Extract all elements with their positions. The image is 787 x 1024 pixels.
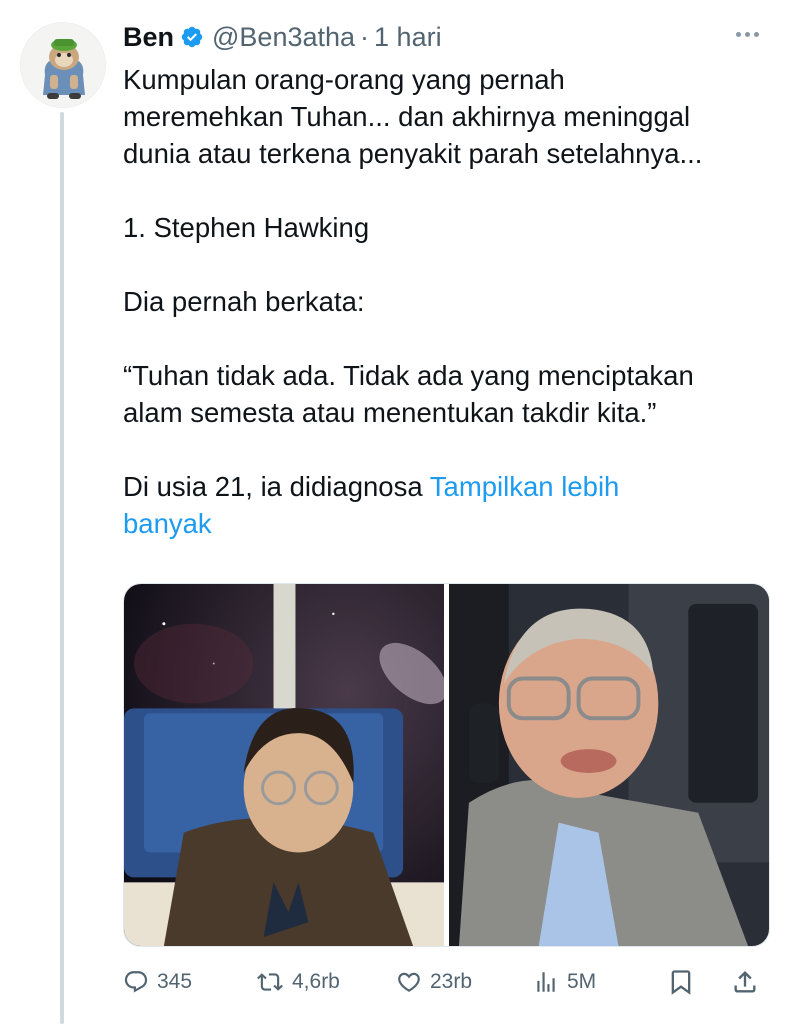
tweet-text: Kumpulan orang-orang yang pernah meremeh…	[123, 61, 773, 542]
thread-connector-line	[60, 112, 64, 1024]
retweet-count: 4,6rb	[292, 970, 340, 993]
heart-icon	[398, 972, 420, 992]
media-photo-older-hawking[interactable]	[449, 584, 769, 946]
text-line: Kumpulan orang-orang yang pernah	[123, 64, 565, 95]
bookmark-icon	[671, 970, 691, 995]
text-line: dunia atau terkena penyakit parah setela…	[123, 138, 703, 169]
view-count: 5M	[567, 970, 597, 993]
more-dots-icon[interactable]	[736, 32, 759, 37]
header-separator: ·	[360, 21, 370, 52]
avatar-cat-image	[21, 23, 105, 107]
text-line: meremehkan Tuhan... dan akhirnya meningg…	[123, 101, 691, 132]
media-photo-young-hawking[interactable]	[124, 584, 444, 946]
share-upload-icon	[734, 971, 756, 993]
quote-line: alam semesta atau menentukan takdir kita…	[123, 397, 657, 428]
speech-bubble-icon	[124, 971, 148, 993]
show-more-link[interactable]: Tampilkan lebih	[430, 471, 620, 502]
author-name[interactable]: Ben	[123, 22, 174, 53]
verified-badge-icon	[180, 25, 204, 49]
truncated-line: Di usia 21, ia didiagnosa Tampilkan lebi…	[123, 468, 773, 505]
avatar[interactable]	[20, 22, 106, 108]
reply-button[interactable]: 345	[123, 962, 192, 1002]
bar-chart-icon	[537, 972, 555, 992]
truncated-text: Di usia 21, ia didiagnosa	[123, 471, 430, 502]
author-handle[interactable]: @Ben3atha	[212, 22, 355, 53]
like-button[interactable]: 23rb	[396, 962, 472, 1002]
like-count: 23rb	[430, 970, 473, 993]
said-line: Dia pernah berkata:	[123, 286, 365, 317]
show-more-link-continued[interactable]: banyak	[123, 505, 773, 542]
retweet-button[interactable]: 4,6rb	[256, 962, 340, 1002]
item-heading: 1. Stephen Hawking	[123, 212, 370, 243]
retweet-arrows-icon	[257, 973, 283, 991]
views-button[interactable]: 5M	[533, 962, 596, 1002]
share-button[interactable]	[731, 962, 759, 1002]
reply-count: 345	[157, 970, 193, 993]
show-more-link-text[interactable]: banyak	[123, 508, 212, 539]
bookmark-button[interactable]	[667, 962, 695, 1002]
tweet-actions: 345 4,6rb 23rb 5M	[123, 962, 773, 1002]
quote-line: “Tuhan tidak ada. Tidak ada yang mencipt…	[123, 360, 694, 391]
tweet-header: Ben @Ben3atha · 1 hari	[123, 20, 442, 54]
media-grid	[123, 583, 770, 947]
timestamp[interactable]: 1 hari	[374, 22, 442, 53]
